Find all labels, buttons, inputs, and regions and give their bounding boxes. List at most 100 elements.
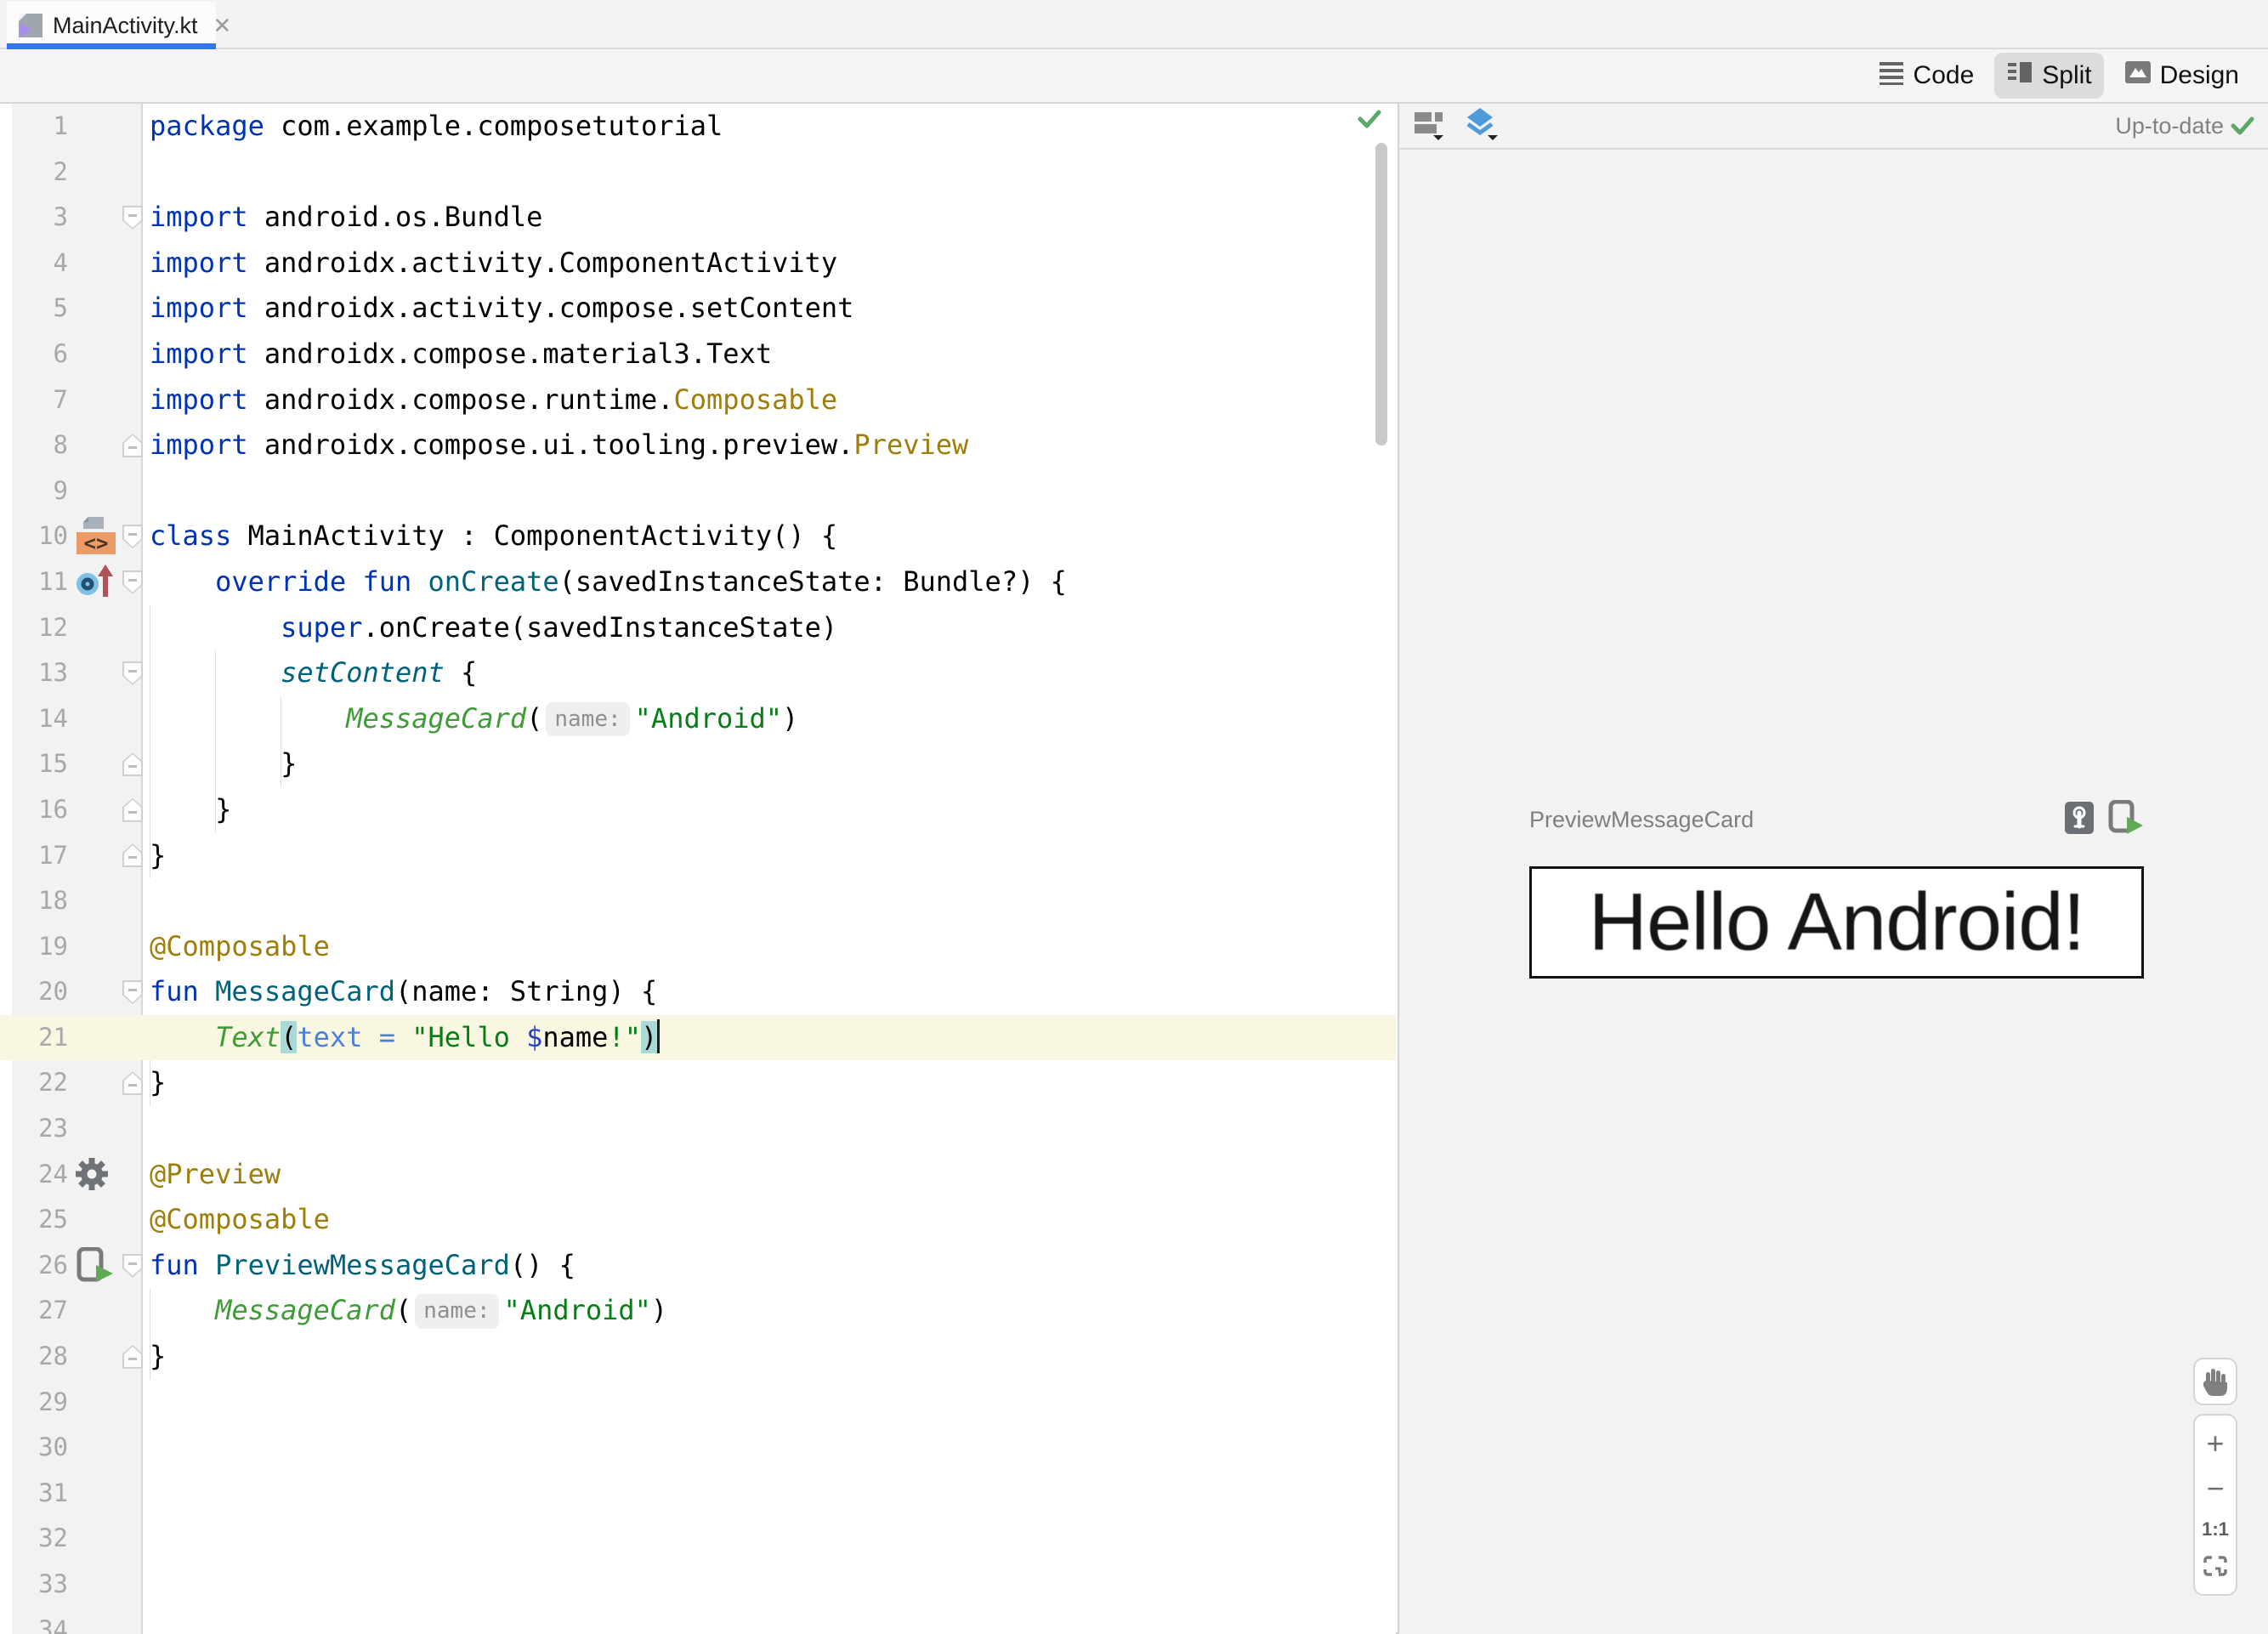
zoom-actual-size-button[interactable]: 1:1 — [2202, 1518, 2229, 1540]
code-line[interactable]: 12 super.onCreate(savedInstanceState) — [0, 605, 1396, 651]
fold-toggle-icon[interactable] — [122, 1344, 143, 1369]
tab-mainactivity[interactable]: MainActivity.kt ✕ — [7, 2, 231, 49]
text-caret — [657, 1018, 661, 1053]
code-line[interactable]: 33 — [0, 1562, 1396, 1608]
code-line[interactable]: 5 import androidx.activity.compose.setCon… — [0, 286, 1396, 332]
code-line[interactable]: 20 fun MessageCard(name: String) { — [0, 969, 1396, 1015]
fold-toggle-icon[interactable] — [122, 205, 143, 230]
editor-scrollbar[interactable] — [1375, 143, 1387, 445]
layers-icon[interactable] — [1464, 107, 1498, 145]
zoom-out-button[interactable]: − — [2206, 1472, 2224, 1504]
android-component-icon[interactable]: <> — [75, 515, 117, 558]
code-line[interactable]: 17} — [0, 833, 1396, 879]
fold-toggle-icon[interactable] — [122, 570, 143, 594]
pan-button[interactable] — [2193, 1358, 2237, 1405]
code-text: override fun onCreate(savedInstanceState… — [215, 565, 1067, 598]
preview-name-label: PreviewMessageCard — [1529, 807, 1755, 832]
code-line[interactable]: 1 package com.example.composetutorial — [0, 104, 1396, 150]
view-mode-toolbar: Code Split Design — [0, 49, 2268, 104]
zoom-to-fit-button[interactable] — [2203, 1555, 2228, 1581]
code-editor[interactable]: 1 package com.example.composetutorial 2 3 im… — [0, 104, 1396, 1634]
code-line[interactable]: 22} — [0, 1060, 1396, 1106]
code-line[interactable]: 15 } — [0, 741, 1396, 787]
fold-toggle-icon[interactable] — [122, 980, 143, 1005]
code-text: @Composable — [150, 929, 330, 962]
line-number: 16 — [38, 794, 68, 824]
code-line[interactable]: 32 — [0, 1516, 1396, 1562]
parameter-hint-chip: name: — [415, 1294, 499, 1329]
design-view-button[interactable]: Design — [2112, 53, 2251, 99]
code-line[interactable]: 34 — [0, 1608, 1396, 1634]
fold-toggle-icon[interactable] — [122, 661, 143, 685]
layout-variants-icon[interactable] — [1413, 108, 1445, 145]
code-line[interactable]: 18 — [0, 878, 1396, 924]
code-line[interactable]: 27 MessageCard(name: "Android") — [0, 1288, 1396, 1334]
code-line[interactable]: 25 @Composable — [0, 1197, 1396, 1243]
fold-toggle-icon[interactable] — [122, 752, 143, 777]
code-line[interactable]: 16 } — [0, 787, 1396, 833]
close-icon[interactable]: ✕ — [213, 14, 232, 37]
code-text: import android.os.Bundle — [150, 201, 543, 234]
line-number: 3 — [53, 202, 68, 232]
code-line[interactable]: 11 override fun onCreate(savedInstanceSt… — [0, 559, 1396, 605]
code-line[interactable]: 29 — [0, 1380, 1396, 1426]
line-number: 28 — [38, 1342, 68, 1371]
code-view-button[interactable]: Code — [1866, 53, 1987, 99]
gear-icon[interactable] — [75, 1157, 109, 1191]
line-number: 30 — [38, 1433, 68, 1462]
override-indicator-icon[interactable] — [75, 563, 116, 602]
editor-tab-bar: MainActivity.kt ✕ — [0, 0, 2268, 49]
main-content: 1 package com.example.composetutorial 2 3 im… — [0, 104, 2268, 1634]
fold-toggle-icon[interactable] — [122, 433, 143, 457]
fold-toggle-icon[interactable] — [122, 1253, 143, 1278]
fold-toggle-icon[interactable] — [122, 1071, 143, 1096]
line-number: 4 — [53, 247, 68, 277]
sync-status: Up-to-date — [2115, 113, 2254, 139]
code-line[interactable]: 28} — [0, 1334, 1396, 1380]
analysis-ok-icon[interactable] — [1357, 107, 1382, 135]
code-line[interactable]: 7 import androidx.compose.runtime.Composa… — [0, 377, 1396, 423]
preview-hello-text: Hello Android! — [1588, 877, 2086, 967]
code-line[interactable]: 13 setContent { — [0, 650, 1396, 696]
code-line[interactable]: 30 — [0, 1425, 1396, 1471]
code-line[interactable]: 8 import androidx.compose.ui.tooling.prev… — [0, 423, 1396, 468]
line-number: 19 — [38, 931, 68, 961]
line-number: 7 — [53, 384, 68, 414]
zoom-in-button[interactable]: + — [2206, 1427, 2224, 1459]
code-line[interactable]: 26 fun PreviewMessageCard() { — [0, 1243, 1396, 1289]
fold-toggle-icon[interactable] — [122, 525, 143, 549]
line-number: 22 — [38, 1068, 68, 1098]
code-text: import androidx.activity.ComponentActivi… — [150, 246, 838, 279]
sync-status-label: Up-to-date — [2115, 112, 2224, 139]
code-line[interactable]: 2 — [0, 150, 1396, 196]
run-preview-icon[interactable] — [75, 1246, 114, 1285]
split-view-button[interactable]: Split — [1994, 53, 2104, 99]
code-text: package com.example.composetutorial — [150, 110, 723, 142]
line-number: 6 — [53, 338, 68, 368]
active-tab-indicator — [7, 43, 216, 49]
code-line[interactable]: 19 @Composable — [0, 924, 1396, 970]
code-line[interactable]: 6 import androidx.compose.material3.Text — [0, 332, 1396, 377]
code-text: MessageCard(name: "Android") — [150, 1288, 667, 1334]
code-line[interactable]: 23 — [0, 1106, 1396, 1152]
code-line[interactable]: 3 import android.os.Bundle — [0, 195, 1396, 241]
preview-canvas[interactable]: PreviewMessageCard Hello Android! + − 1:… — [1399, 151, 2268, 1634]
code-line[interactable]: 4 import androidx.activity.ComponentActiv… — [0, 241, 1396, 287]
run-preview-icon[interactable] — [2106, 799, 2144, 840]
fold-toggle-icon[interactable] — [122, 843, 143, 868]
code-line[interactable]: 10 <> class MainActivity : ComponentActivi… — [0, 513, 1396, 559]
line-number: 24 — [38, 1159, 68, 1189]
code-line[interactable]: 31 — [0, 1471, 1396, 1517]
line-number: 31 — [38, 1478, 68, 1507]
line-number: 26 — [38, 1250, 68, 1279]
interactive-mode-icon[interactable] — [2064, 801, 2095, 839]
code-line[interactable]: 9 — [0, 468, 1396, 514]
fold-toggle-icon[interactable] — [122, 797, 143, 822]
code-line[interactable]: 24 @Preview — [0, 1152, 1396, 1198]
line-number: 29 — [38, 1387, 68, 1416]
code-line[interactable]: 21 Text(text = "Hello $name!") — [0, 1014, 1396, 1061]
preview-frame: Hello Android! — [1529, 866, 2144, 979]
line-number: 8 — [53, 430, 68, 460]
code-text: import androidx.compose.ui.tooling.previ… — [150, 428, 969, 462]
code-line[interactable]: 14 MessageCard(name: "Android") — [0, 696, 1396, 742]
